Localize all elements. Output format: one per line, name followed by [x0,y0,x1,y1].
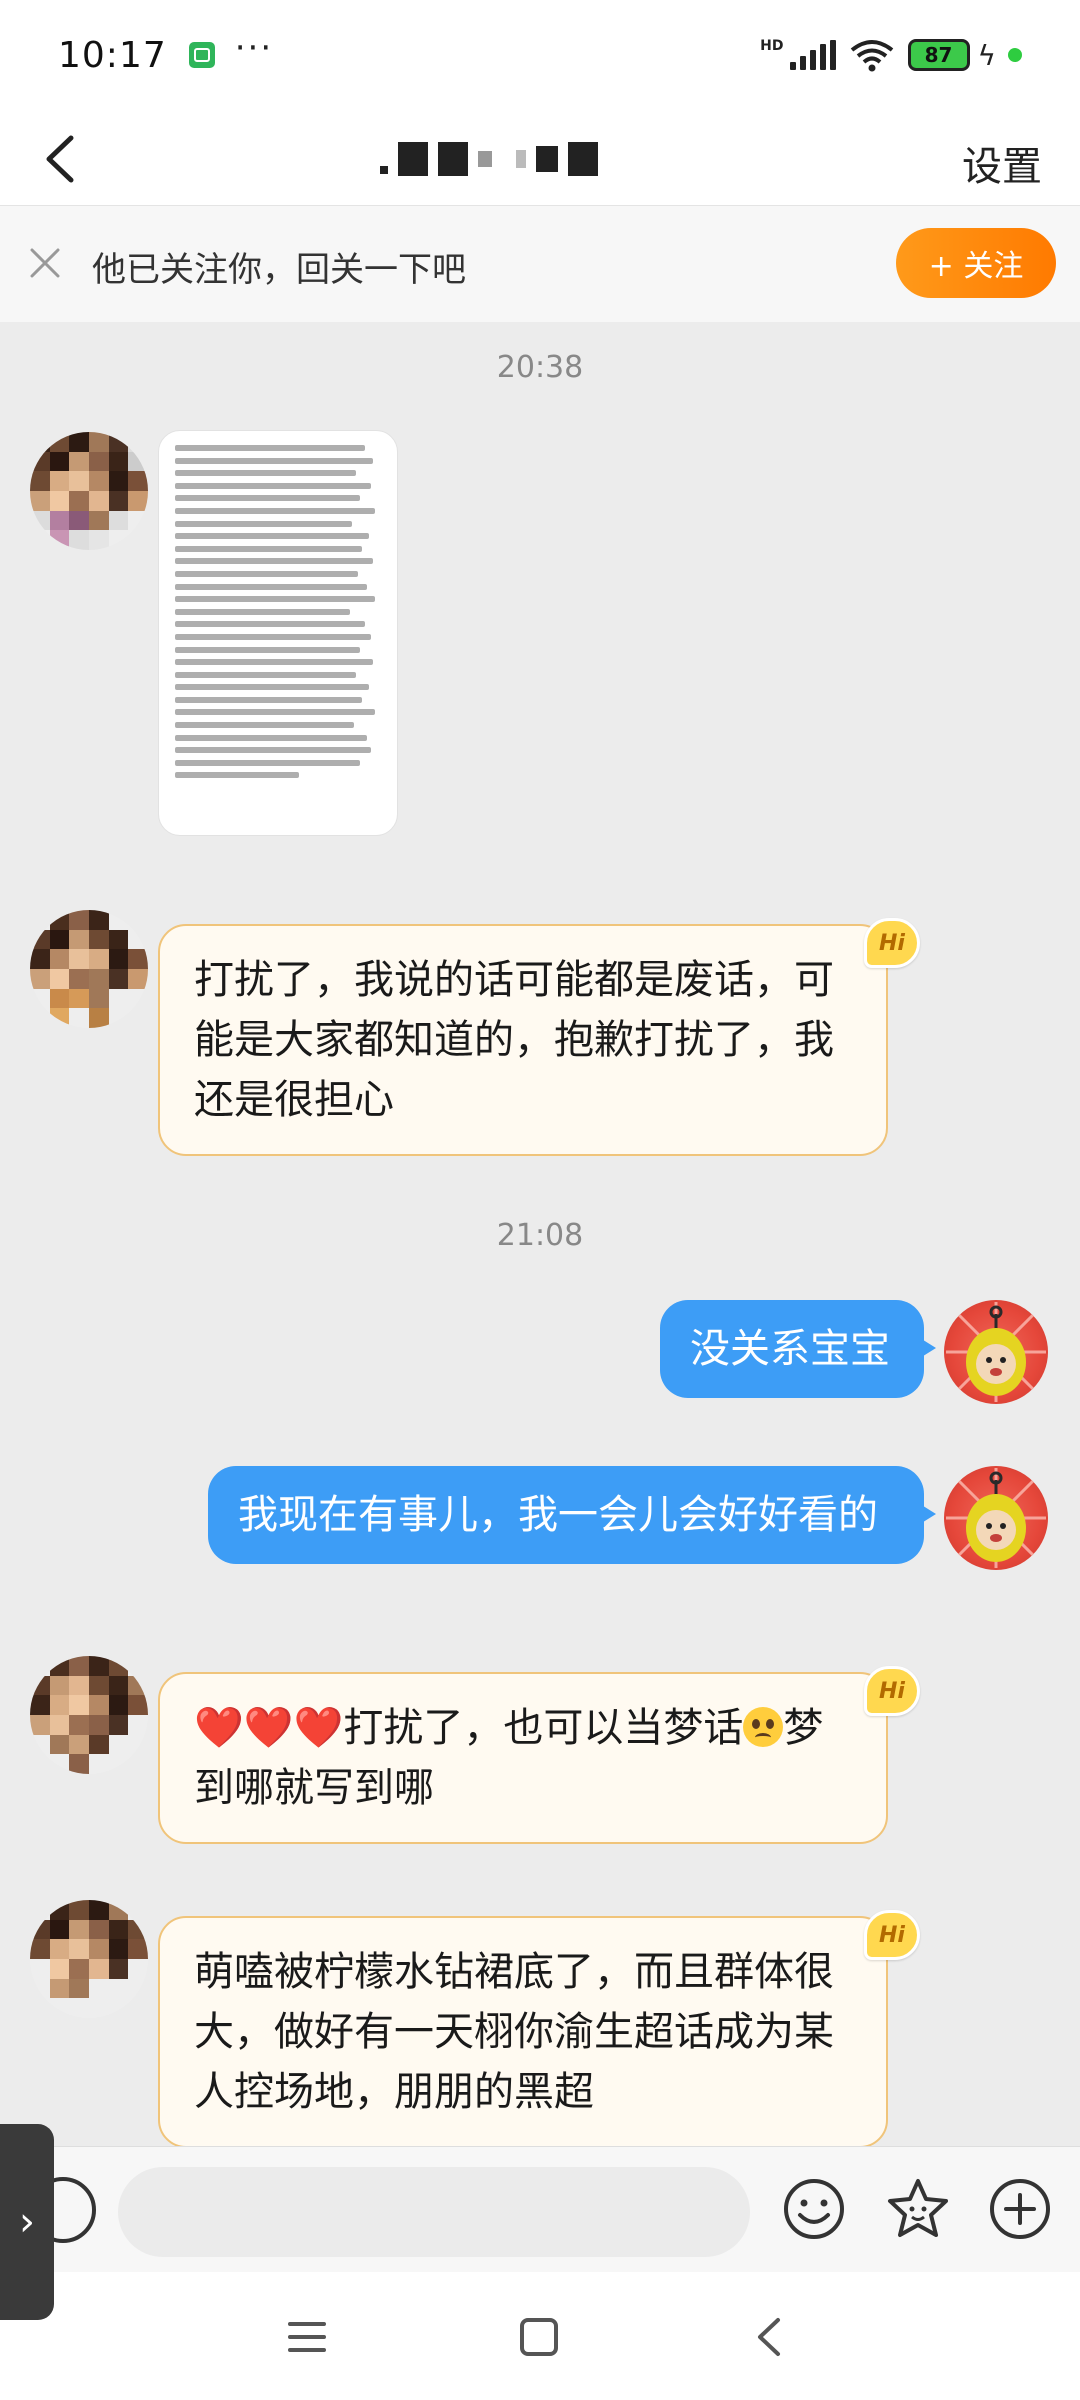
system-navigation-bar [0,2272,1080,2400]
message-text: 萌嗑被柠檬水钻裙底了，而且群体很大，做好有一天栩你渝生超话成为某人控场地，朋朋的… [194,1949,834,2115]
star-face-icon [888,2179,948,2237]
my-avatar[interactable] [944,1300,1048,1404]
message-input-bar [0,2146,1080,2272]
message-text: 打扰了，也可以当梦话 [343,1705,744,1751]
hi-badge-icon: Hi [864,1666,920,1716]
contact-avatar[interactable] [30,1900,148,2018]
signal-icon [789,40,836,70]
hd-label: HD [760,38,784,54]
red-hearts-emoji: ❤️❤️❤️ [194,1705,344,1751]
chevron-right-icon: › [19,2199,35,2245]
battery-icon: 87 [907,39,970,71]
emoji-button[interactable] [780,2175,848,2243]
incoming-message-bubble[interactable]: 打扰了，我说的话可能都是废话，可能是大家都知道的，抱歉打扰了，我还是很担心 [158,924,888,1156]
privacy-indicator-dot [1008,48,1022,62]
my-avatar[interactable] [944,1466,1048,1570]
pleading-face-emoji [743,1707,784,1747]
follow-button[interactable]: + 关注 [896,228,1056,298]
android-app-icon [188,42,215,68]
status-bar: 10:17 ··· HD 87 ϟ [0,0,1080,110]
incoming-message-bubble[interactable]: ❤️❤️❤️打扰了，也可以当梦话 梦到哪就写到哪 [158,1672,888,1844]
settings-link[interactable]: 设置 [962,134,1042,192]
menu-icon [288,2322,326,2352]
home-square-icon [520,2318,558,2356]
message-text: 打扰了，我说的话可能都是废话，可能是大家都知道的，抱歉打扰了，我还是很担心 [194,957,834,1123]
status-time: 10:17 [58,34,167,76]
close-icon[interactable] [28,246,62,280]
hi-badge-icon: Hi [864,918,920,968]
system-back-button[interactable] [746,2312,796,2362]
teletubby-avatar-icon [946,1302,1046,1402]
chevron-left-icon [46,135,74,183]
emoji-icon [784,2179,844,2239]
more-notifications-icon: ··· [234,28,274,68]
side-panel-handle[interactable]: › [0,2124,54,2320]
charging-icon: ϟ [977,38,996,72]
image-message-screenshot[interactable] [158,430,398,836]
hi-badge-icon: Hi [864,1910,920,1960]
follow-suggestion-text: 他已关注你，回关一下吧 [92,250,466,290]
outgoing-message-bubble[interactable]: 我现在有事儿，我一会儿会好好看的 [208,1466,936,1564]
contact-avatar[interactable] [30,1656,148,1774]
add-button[interactable] [986,2175,1054,2243]
back-arrow-icon [758,2318,780,2356]
contact-name-redacted [380,134,700,184]
chat-header: 设置 [0,110,1080,206]
message-timestamp: 20:38 [496,350,584,385]
recent-apps-button[interactable] [282,2312,332,2362]
status-indicators: HD 87 ϟ [760,38,1022,72]
contact-avatar[interactable] [30,910,148,1028]
message-text: 没关系宝宝 [690,1326,890,1372]
message-timestamp: 21:08 [496,1218,584,1253]
message-text: 我现在有事儿，我一会儿会好好看的 [238,1492,878,1538]
home-button[interactable] [514,2312,564,2362]
teletubby-avatar-icon [946,1468,1046,1568]
back-button[interactable] [34,132,88,186]
outgoing-message-bubble[interactable]: 没关系宝宝 [660,1300,936,1398]
message-input[interactable] [118,2167,750,2257]
plus-circle-icon [990,2179,1050,2239]
contact-avatar[interactable] [30,432,148,550]
incoming-message-bubble[interactable]: 萌嗑被柠檬水钻裙底了，而且群体很大，做好有一天栩你渝生超话成为某人控场地，朋朋的… [158,1916,888,2148]
sticker-button[interactable] [884,2175,952,2243]
wifi-icon [850,40,893,72]
